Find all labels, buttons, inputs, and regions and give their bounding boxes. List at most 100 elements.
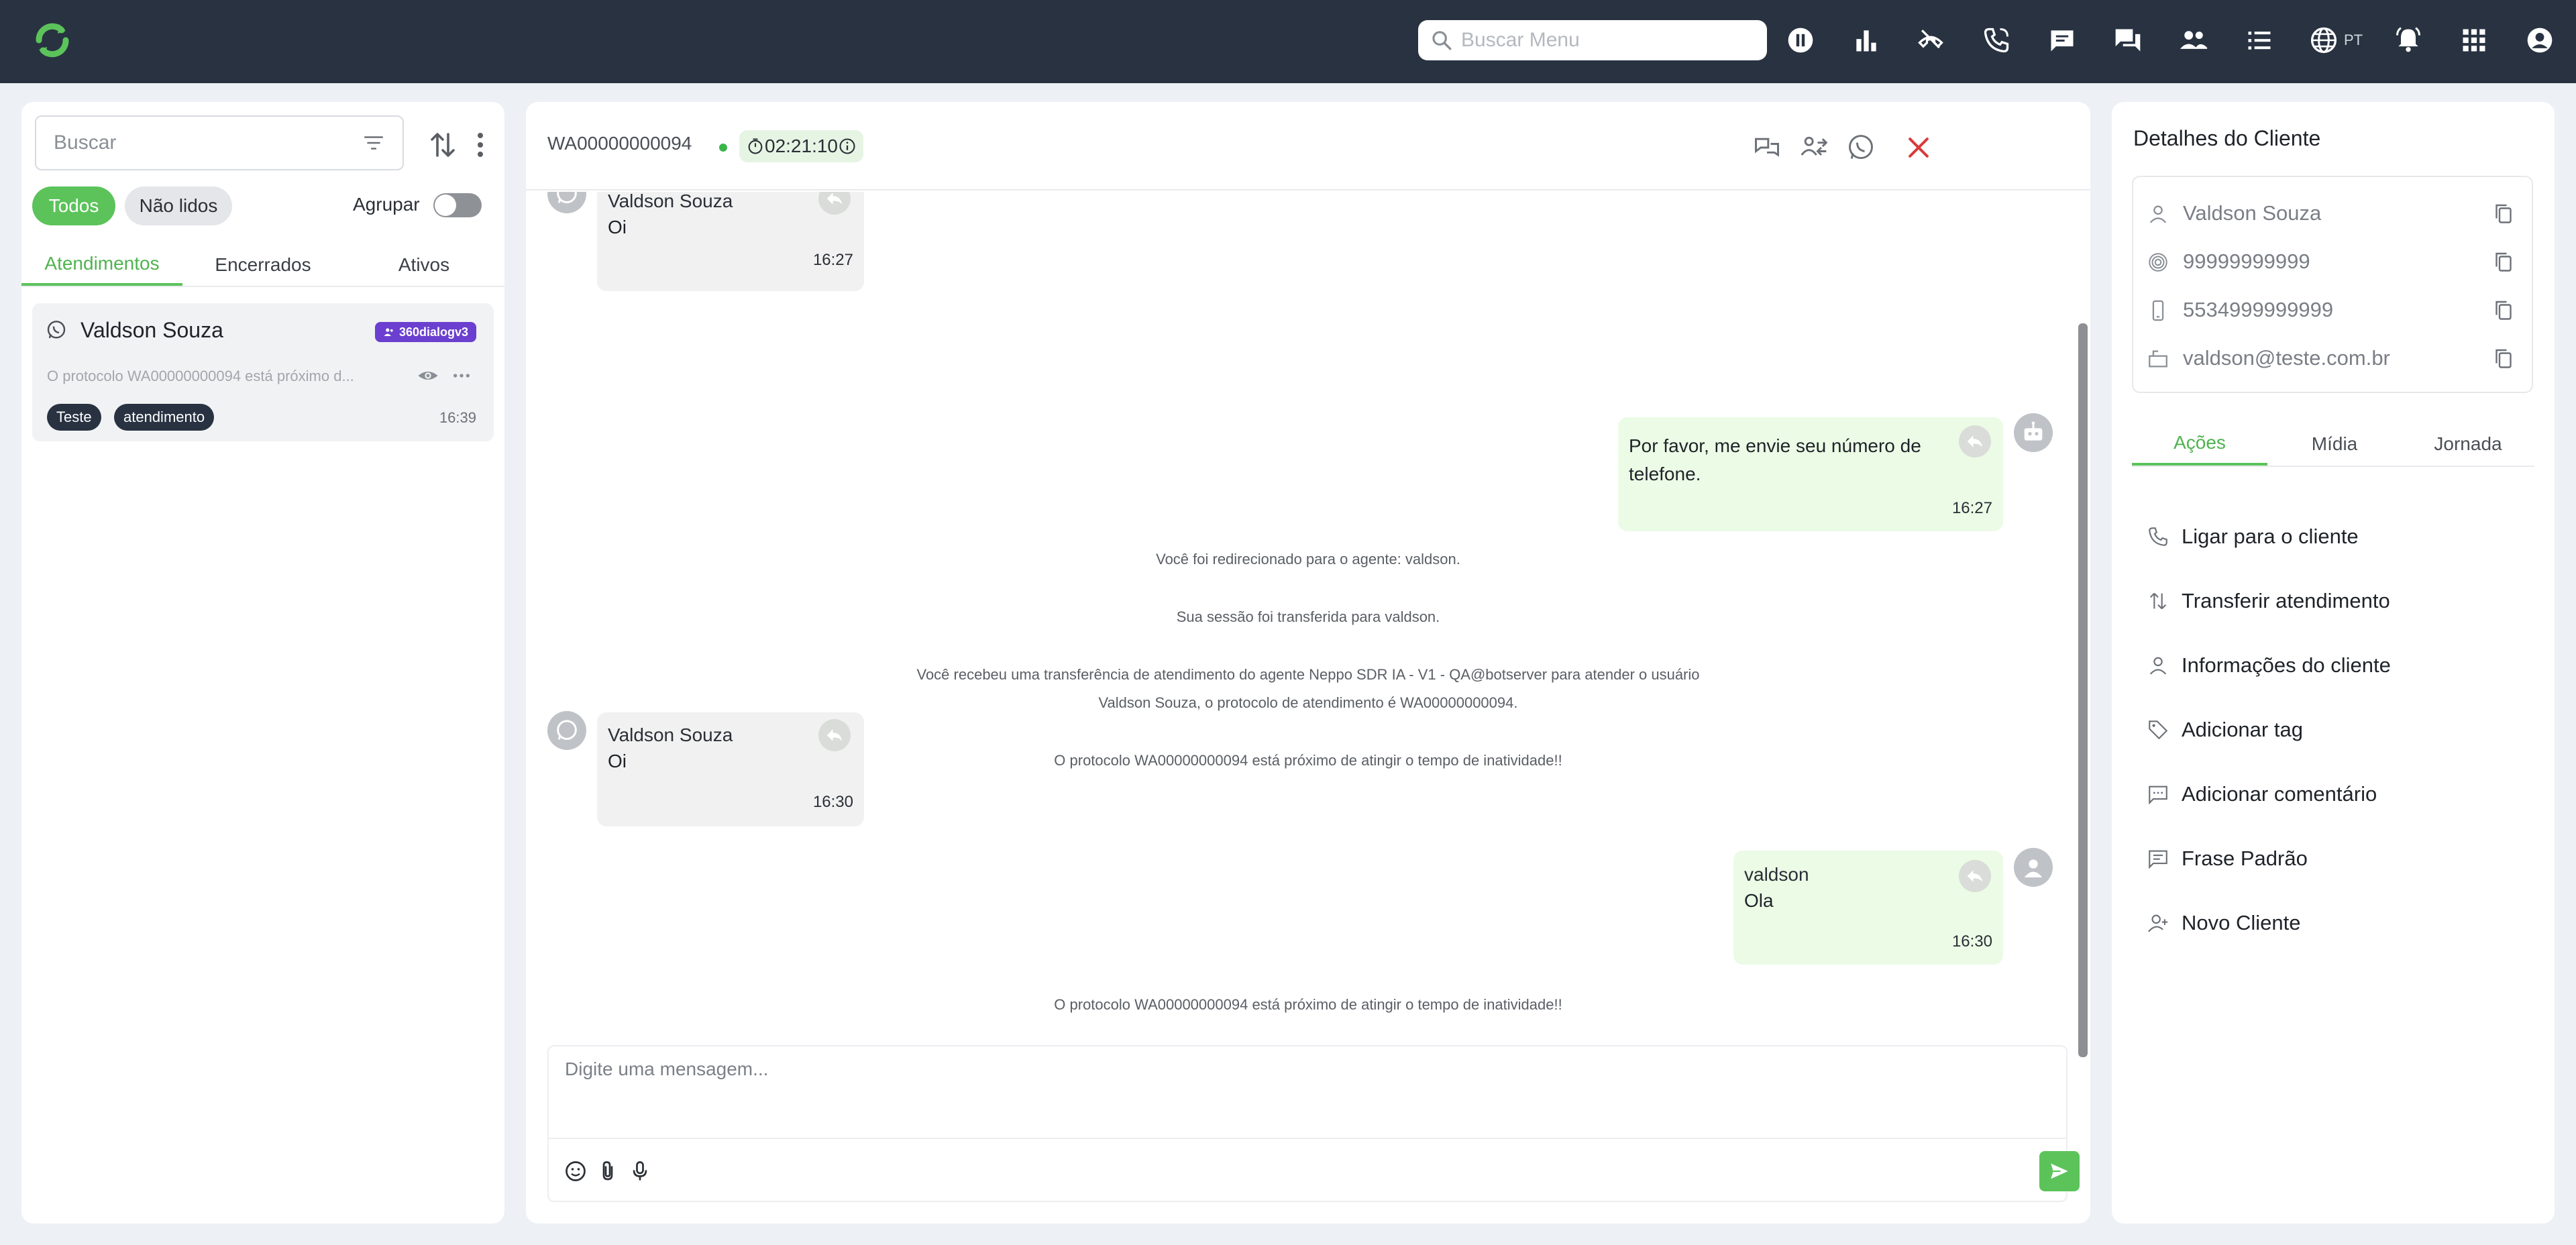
conversation-card[interactable]: Valdson Souza 360dialogv3 O protocolo WA…	[32, 303, 494, 441]
switch-conversation-icon[interactable]	[1752, 133, 1782, 162]
list-icon[interactable]	[2241, 20, 2278, 60]
transfer-agent-icon[interactable]	[1799, 133, 1829, 162]
filter-unread-button[interactable]: Não lidos	[125, 186, 232, 225]
microphone-icon[interactable]	[628, 1159, 652, 1183]
tag-chip[interactable]: Teste	[47, 404, 101, 431]
message-time: 16:27	[1951, 499, 1992, 517]
reply-button[interactable]	[818, 719, 851, 751]
action-default-phrase[interactable]: Frase Padrão	[2147, 838, 2308, 879]
apps-icon[interactable]	[2455, 20, 2493, 60]
action-transfer[interactable]: Transferir atendimento	[2147, 581, 2390, 621]
action-label: Transferir atendimento	[2182, 589, 2390, 612]
chat-scrollbar[interactable]	[2078, 323, 2088, 1057]
tab-encerrados[interactable]: Encerrados	[182, 244, 343, 286]
tab-atendimentos[interactable]: Atendimentos	[21, 244, 182, 286]
action-label: Novo Cliente	[2182, 911, 2301, 934]
filter-all-button[interactable]: Todos	[32, 186, 115, 225]
transfer-icon	[2149, 592, 2167, 610]
tab-ativos[interactable]: Ativos	[343, 244, 504, 286]
reply-icon	[1967, 435, 1983, 447]
reply-button[interactable]	[1959, 425, 1991, 457]
client-tabs: Ações Mídia Jornada	[2132, 423, 2534, 467]
people-icon[interactable]	[2175, 20, 2212, 60]
call-end-icon[interactable]	[1912, 20, 1949, 60]
pause-icon[interactable]	[1782, 20, 1819, 60]
chat-header: WA00000000094 02:21:10	[526, 102, 2090, 191]
reply-icon	[826, 193, 843, 205]
message-time: 16:30	[1951, 932, 1992, 951]
timer-icon	[748, 138, 763, 154]
language-selector[interactable]: PT	[2305, 20, 2367, 60]
more-horiz-icon[interactable]	[451, 365, 472, 386]
action-label: Adicionar tag	[2182, 718, 2303, 741]
conversation-search-input[interactable]	[54, 131, 362, 154]
mailbox-icon	[2149, 350, 2167, 368]
sender-name: Valdson Souza	[608, 192, 733, 211]
tab-midia[interactable]: Mídia	[2267, 423, 2402, 466]
send-button[interactable]	[2039, 1151, 2080, 1191]
chat-icon[interactable]	[2043, 20, 2081, 60]
close-icon[interactable]	[1904, 133, 1933, 162]
copy-icon[interactable]	[2491, 250, 2516, 274]
forum-icon[interactable]	[2109, 20, 2147, 60]
whatsapp-icon	[557, 720, 577, 740]
group-label: Agrupar	[353, 194, 420, 215]
bot-avatar	[2014, 413, 2053, 452]
copy-icon[interactable]	[2491, 201, 2516, 225]
whatsapp-icon[interactable]	[1846, 133, 1876, 162]
phone-icon[interactable]	[1978, 20, 2015, 60]
online-status-dot	[719, 144, 727, 152]
app-logo[interactable]	[30, 17, 75, 63]
filter-icon[interactable]	[362, 131, 385, 154]
client-phone: 5534999999999	[2183, 298, 2334, 321]
group-toggle[interactable]	[433, 193, 482, 217]
copy-icon[interactable]	[2491, 346, 2516, 370]
copy-icon[interactable]	[2491, 298, 2516, 322]
action-add-tag[interactable]: Adicionar tag	[2147, 710, 2303, 750]
tab-acoes[interactable]: Ações	[2132, 423, 2267, 466]
message-list: Valdson Souza Oi 16:27 Por favor, me env…	[526, 192, 2090, 1048]
sort-icon[interactable]	[427, 129, 459, 161]
emoji-icon[interactable]	[564, 1159, 588, 1183]
menu-search-input[interactable]	[1461, 29, 1756, 52]
more-vert-icon[interactable]	[464, 129, 496, 161]
tag-chip[interactable]: atendimento	[114, 404, 215, 431]
conversation-time: 16:39	[439, 409, 476, 426]
message-text: Oi	[608, 751, 627, 771]
action-client-info[interactable]: Informações do cliente	[2147, 645, 2391, 686]
message-text: Ola	[1744, 890, 1774, 911]
message-input[interactable]	[565, 1059, 2041, 1126]
info-icon[interactable]	[838, 137, 857, 156]
bar-chart-icon[interactable]	[1847, 20, 1885, 60]
reply-icon	[1967, 870, 1983, 882]
person-icon	[2149, 205, 2167, 223]
agent-avatar	[2014, 848, 2053, 887]
action-label: Ligar para o cliente	[2182, 525, 2359, 548]
channel-badge-label: 360dialogv3	[398, 325, 468, 339]
conversation-search[interactable]	[35, 115, 404, 170]
message-composer	[547, 1045, 2080, 1202]
action-call-client[interactable]: Ligar para o cliente	[2147, 517, 2359, 557]
globe-icon	[2310, 27, 2337, 54]
action-new-client[interactable]: Novo Cliente	[2147, 903, 2300, 943]
send-icon	[2051, 1163, 2068, 1179]
system-message: O protocolo WA00000000094 está próximo d…	[1054, 996, 1562, 1013]
message-bubble-outgoing: Por favor, me envie seu número de telefo…	[1618, 417, 2003, 531]
system-message: Você foi redirecionado para o agente: va…	[1156, 551, 1460, 567]
menu-search[interactable]	[1418, 20, 1767, 60]
reply-button[interactable]	[818, 192, 851, 215]
reply-button[interactable]	[1959, 860, 1991, 892]
system-message: Você recebeu uma transferência de atendi…	[916, 666, 1700, 683]
timer-value: 02:21:10	[765, 136, 838, 156]
attachment-icon[interactable]	[596, 1159, 620, 1183]
session-timer: 02:21:10	[739, 130, 863, 162]
account-icon[interactable]	[2521, 20, 2559, 60]
action-label: Frase Padrão	[2182, 847, 2308, 870]
bell-icon[interactable]	[2390, 20, 2427, 60]
eye-icon[interactable]	[417, 365, 439, 386]
system-message: Sua sessão foi transferida para valdson.	[1176, 608, 1440, 625]
action-add-comment[interactable]: Adicionar comentário	[2147, 774, 2377, 814]
tab-jornada[interactable]: Jornada	[2402, 423, 2534, 466]
comment-icon	[2149, 786, 2167, 805]
message-time: 16:27	[812, 251, 853, 269]
